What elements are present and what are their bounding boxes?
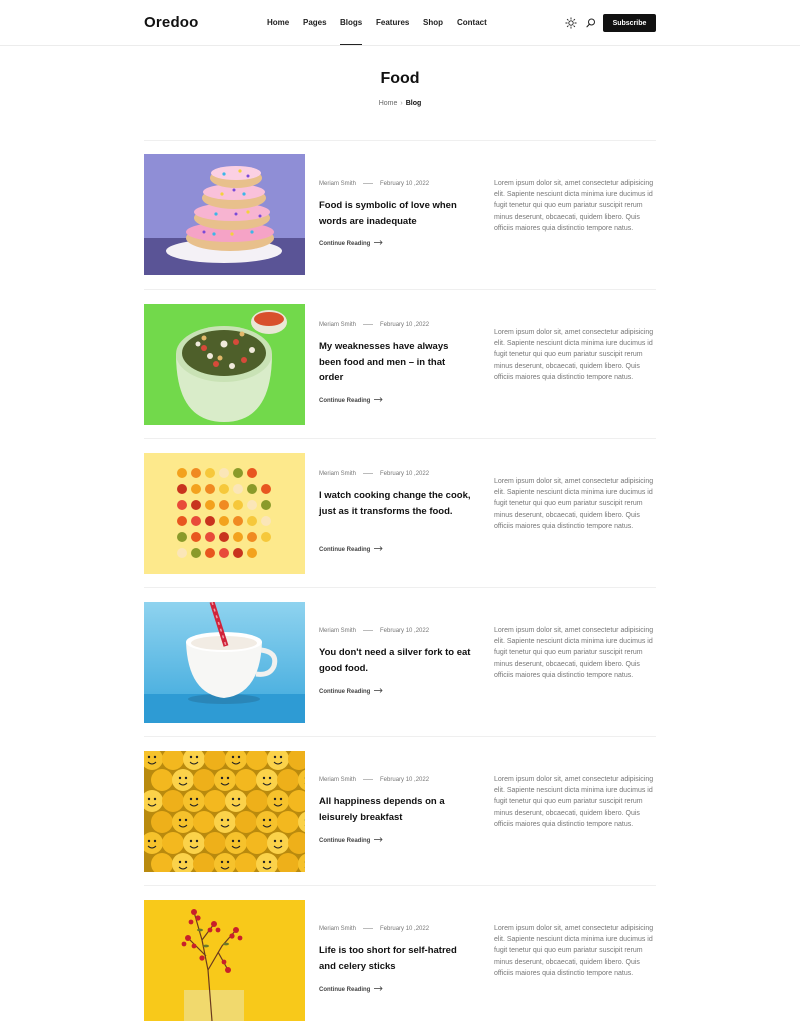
breadcrumb-separator: › [400,100,403,107]
divider [144,885,656,886]
continue-reading-label: Continue Reading [319,689,371,696]
continue-reading-link[interactable]: Continue Reading [319,986,383,993]
post-author[interactable]: Meriam Smith [319,628,356,634]
post-image-cup[interactable] [144,602,305,723]
meta-separator [363,778,374,780]
post-card: Meriam Smith February 10 ,2022 My weaknes… [144,304,656,425]
continue-reading-label: Continue Reading [319,398,371,405]
post-date: February 10 ,2022 [380,322,430,328]
post-card: Meriam Smith February 10 ,2022 You don't … [144,602,656,723]
divider [144,438,656,439]
post-date: February 10 ,2022 [380,777,430,783]
arrow-right-icon [374,837,383,844]
post-image-toy-heads[interactable] [144,751,305,872]
arrow-right-icon [374,397,383,404]
post-date: February 10 ,2022 [380,181,430,187]
divider [144,289,656,290]
post-author[interactable]: Meriam Smith [319,471,356,477]
meta-separator [363,629,374,631]
post-title[interactable]: Food is symbolic of love when words are … [319,198,471,229]
nav-item-contact[interactable]: Contact [457,18,487,27]
post-author[interactable]: Meriam Smith [319,926,356,932]
arrow-right-icon [374,546,383,553]
nav-item-pages[interactable]: Pages [303,18,327,27]
post-excerpt: Lorem ipsum dolor sit, amet consectetur … [494,478,654,530]
search-icon[interactable] [585,16,597,28]
main-nav: Home Pages Blogs Features Shop Contact [0,18,800,30]
continue-reading-label: Continue Reading [319,547,371,554]
continue-reading-label: Continue Reading [319,241,371,248]
continue-reading-link[interactable]: Continue Reading [319,546,383,553]
post-excerpt: Lorem ipsum dolor sit, amet consectetur … [494,776,654,828]
divider [144,140,656,141]
post-title[interactable]: You don't need a silver fork to eat good… [319,645,471,676]
post-meta: Meriam Smith February 10 ,2022 [319,926,429,932]
meta-separator [363,472,374,474]
continue-reading-link[interactable]: Continue Reading [319,688,383,695]
nav-item-shop[interactable]: Shop [423,18,443,27]
post-title[interactable]: I watch cooking change the cook, just as… [319,488,471,519]
post-meta: Meriam Smith February 10 ,2022 [319,181,429,187]
post-author[interactable]: Meriam Smith [319,777,356,783]
post-title[interactable]: My weaknesses have always been food and … [319,339,471,386]
post-card: Meriam Smith February 10 ,2022 Life is to… [144,900,656,1021]
subscribe-button[interactable]: Subscribe [603,14,656,32]
post-image-donuts[interactable] [144,154,305,275]
post-card: Meriam Smith February 10 ,2022 All happin… [144,751,656,872]
post-title[interactable]: Life is too short for self-hatred and ce… [319,943,471,974]
post-excerpt: Lorem ipsum dolor sit, amet consectetur … [494,627,654,679]
post-card: Meriam Smith February 10 ,2022 Food is sy… [144,154,656,275]
post-image-salad[interactable] [144,304,305,425]
post-meta: Meriam Smith February 10 ,2022 [319,777,429,783]
post-meta: Meriam Smith February 10 ,2022 [319,628,429,634]
post-image-berry-branch[interactable] [144,900,305,1021]
post-author[interactable]: Meriam Smith [319,181,356,187]
post-excerpt: Lorem ipsum dolor sit, amet consectetur … [494,329,654,381]
post-author[interactable]: Meriam Smith [319,322,356,328]
page-title: Food [380,70,420,87]
continue-reading-label: Continue Reading [319,987,371,994]
nav-item-home[interactable]: Home [267,18,289,27]
post-title[interactable]: All happiness depends on a leisurely bre… [319,794,471,825]
nav-item-blogs[interactable]: Blogs [340,18,362,27]
post-date: February 10 ,2022 [380,471,430,477]
meta-separator [363,182,374,184]
nav-active-indicator [340,44,362,45]
post-meta: Meriam Smith February 10 ,2022 [319,471,429,477]
post-card: Meriam Smith February 10 ,2022 I watch co… [144,453,656,574]
breadcrumb-home[interactable]: Home [379,100,398,107]
post-date: February 10 ,2022 [380,926,430,932]
post-image-fruit-grid[interactable] [144,453,305,574]
arrow-right-icon [374,986,383,993]
nav-item-features[interactable]: Features [376,18,409,27]
continue-reading-link[interactable]: Continue Reading [319,837,383,844]
post-date: February 10 ,2022 [380,628,430,634]
breadcrumb-current: Blog [405,100,422,107]
site-header: Oredoo Home Pages Blogs Features Shop Co… [0,0,800,46]
divider [144,587,656,588]
continue-reading-link[interactable]: Continue Reading [319,397,383,404]
divider [144,736,656,737]
continue-reading-link[interactable]: Continue Reading [319,240,383,247]
sun-icon[interactable] [565,16,577,29]
arrow-right-icon [374,688,383,695]
post-meta: Meriam Smith February 10 ,2022 [319,322,429,328]
breadcrumb: Home › Blog [0,100,800,107]
arrow-right-icon [374,240,383,247]
meta-separator [363,323,374,325]
post-excerpt: Lorem ipsum dolor sit, amet consectetur … [494,925,654,977]
post-excerpt: Lorem ipsum dolor sit, amet consectetur … [494,180,654,232]
meta-separator [363,927,374,929]
continue-reading-label: Continue Reading [319,838,371,845]
